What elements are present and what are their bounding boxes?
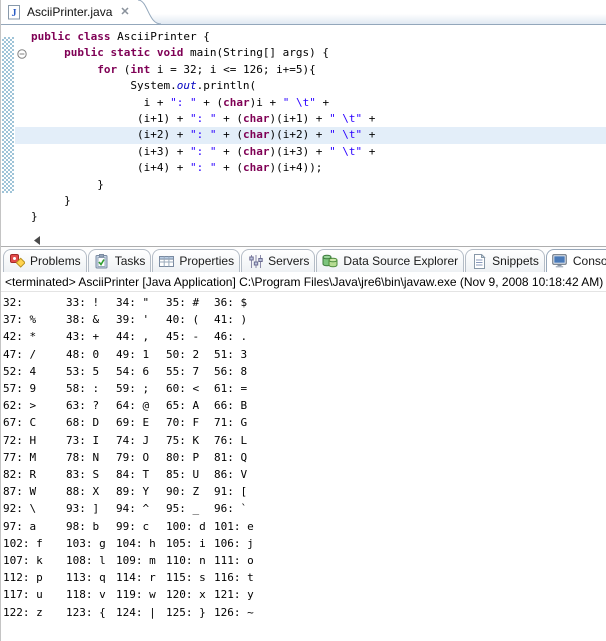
console-row: 77: M78: N79: O80: P81: Q [3,449,606,466]
tab-label: Servers [268,254,309,268]
console-row: 32: 33: !34: "35: #36: $ [3,294,606,311]
console-row: 87: W88: X89: Y90: Z91: [ [3,483,606,500]
tab-label: Properties [179,254,234,268]
tab-label: Console [573,254,606,268]
code-line[interactable]: (i+3) + ": " + (char)(i+3) + " \t" + [15,144,606,160]
tab-data-source-explorer[interactable]: Data Source Explorer [316,249,464,272]
code-line[interactable]: System.out.println( [15,78,606,94]
tasks-icon [94,253,110,269]
editor-tab-asciiprinter[interactable]: J AsciiPrinter.java ✕ [1,0,135,24]
database-icon [322,253,338,269]
bottom-view-panel: Problems Tasks Properties Servers [1,246,606,641]
tab-label: Problems [30,254,81,268]
tab-snippets[interactable]: Snippets [465,249,545,272]
console-row: 37: %38: &39: '40: (41: ) [3,311,606,328]
close-icon[interactable]: ✕ [117,7,132,18]
console-row: 72: H73: I74: J75: K76: L [3,432,606,449]
code-area[interactable]: public class AsciiPrinter { public stati… [15,29,606,226]
console-row: 117: u118: v119: w120: x121: y [3,586,606,603]
editor-tab-label: AsciiPrinter.java [27,5,112,19]
marker-bar-range-indicator [2,37,14,193]
snippets-icon [471,253,487,269]
code-line[interactable]: (i+1) + ": " + (char)(i+1) + " \t" + [15,111,606,127]
servers-icon [247,253,263,269]
console-row: 92: \93: ]94: ^95: _96: ` [3,500,606,517]
console-row: 97: a98: b99: c100: d101: e [3,518,606,535]
tab-curve-decoration [135,0,161,25]
code-line[interactable]: } [15,209,606,225]
console-row: 52: 453: 554: 655: 756: 8 [3,363,606,380]
console-row: 122: z123: {124: |125: }126: ~ [3,604,606,621]
svg-text:J: J [12,8,17,19]
console-icon [552,253,568,269]
properties-icon [158,253,174,269]
code-line[interactable]: public class AsciiPrinter { [15,29,606,45]
eclipse-window: J AsciiPrinter.java ✕ public class Ascii… [0,0,606,641]
console-row: 107: k108: l109: m110: n111: o [3,552,606,569]
console-row: 47: /48: 049: 150: 251: 3 [3,346,606,363]
tab-servers[interactable]: Servers [241,249,315,272]
java-file-icon: J [6,4,22,20]
editor-tab-bar: J AsciiPrinter.java ✕ [1,0,606,25]
console-row: 102: f103: g104: h105: i106: j [3,535,606,552]
tab-label: Data Source Explorer [343,254,458,268]
tab-label: Tasks [115,254,146,268]
code-line[interactable]: } [15,193,606,209]
problems-icon [9,253,25,269]
code-line-highlighted[interactable]: (i+2) + ": " + (char)(i+2) + " \t" + [15,127,606,143]
console-status-line: <terminated> AsciiPrinter [Java Applicat… [1,272,606,292]
console-row: 82: R83: S84: T85: U86: V [3,466,606,483]
console-row: 67: C68: D69: E70: F71: G [3,414,606,431]
code-line[interactable]: (i+4) + ": " + (char)(i+4)); [15,160,606,176]
tab-problems[interactable]: Problems [3,249,87,272]
console-row: 112: p113: q114: r115: s116: t [3,569,606,586]
code-line[interactable]: for (int i = 32; i <= 126; i+=5){ [15,62,606,78]
code-line[interactable]: } [15,177,606,193]
console-output[interactable]: 32: 33: !34: "35: #36: $37: %38: &39: '4… [1,292,606,641]
tab-properties[interactable]: Properties [152,249,240,272]
code-line[interactable]: i + ": " + (char)i + " \t" + [15,95,606,111]
tab-label: Snippets [492,254,539,268]
view-tab-bar: Problems Tasks Properties Servers [1,247,606,272]
tab-console[interactable]: Console ✕ [546,249,606,272]
code-editor[interactable]: public class AsciiPrinter { public stati… [1,25,606,246]
tab-tasks[interactable]: Tasks [88,249,152,272]
code-line[interactable]: public static void main(String[] args) { [15,45,606,61]
console-row: 62: >63: ?64: @65: A66: B [3,397,606,414]
console-row: 42: *43: +44: ,45: -46: . [3,328,606,345]
console-row: 57: 958: :59: ;60: <61: = [3,380,606,397]
